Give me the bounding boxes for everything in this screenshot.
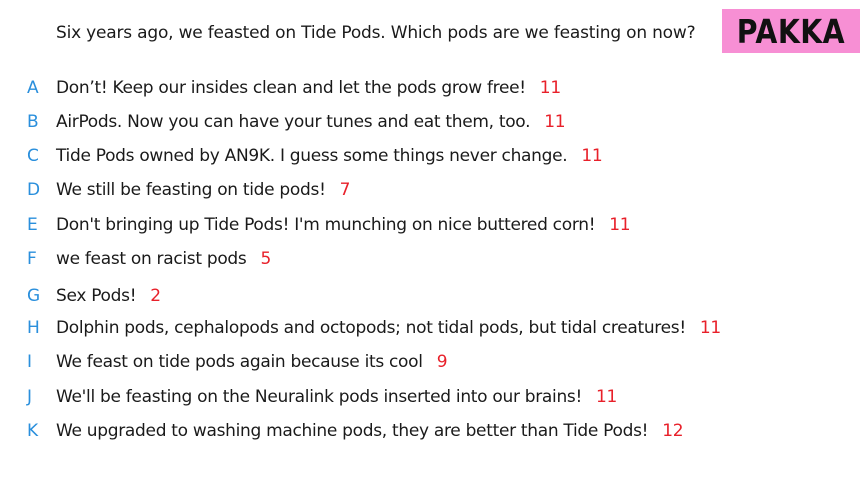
answer-letter: G <box>27 286 41 306</box>
answer-count: 11 <box>581 146 603 166</box>
answer-item: Dolphin pods, cephalopods and octopods; … <box>56 318 721 338</box>
answer-text: Sex Pods! <box>56 286 137 306</box>
answer-item: Don’t! Keep our insides clean and let th… <box>56 78 561 98</box>
answer-count: 5 <box>260 249 272 269</box>
answer-letter: B <box>27 112 39 132</box>
answer-text: We'll be feasting on the Neuralink pods … <box>56 387 583 407</box>
answer-text: we feast on racist pods <box>56 249 247 269</box>
answer-item: Don't bringing up Tide Pods! I'm munchin… <box>56 215 631 235</box>
answer-count: 11 <box>609 215 631 235</box>
answer-item: We'll be feasting on the Neuralink pods … <box>56 387 617 407</box>
badge-label: PAKKA <box>736 11 846 51</box>
answer-item: Tide Pods owned by AN9K. I guess some th… <box>56 146 603 166</box>
answer-letter: C <box>27 146 39 166</box>
answer-item: We still be feasting on tide pods! 7 <box>56 180 350 200</box>
pakka-badge: PAKKA <box>722 9 860 53</box>
answer-text: Dolphin pods, cephalopods and octopods; … <box>56 318 686 338</box>
answer-text: We still be feasting on tide pods! <box>56 180 326 200</box>
answer-letter: F <box>27 249 37 269</box>
answer-count: 12 <box>662 421 684 441</box>
answer-count: 11 <box>544 112 566 132</box>
answer-count: 11 <box>539 78 561 98</box>
answer-letter: D <box>27 180 41 200</box>
answer-item: We upgraded to washing machine pods, the… <box>56 421 684 441</box>
answer-text: AirPods. Now you can have your tunes and… <box>56 112 531 132</box>
answer-letter: J <box>27 387 33 407</box>
answer-letter: K <box>27 421 39 441</box>
answer-letter: A <box>27 78 39 98</box>
answer-count: 9 <box>436 352 448 372</box>
answer-item: Sex Pods! 2 <box>56 286 161 306</box>
answer-item: AirPods. Now you can have your tunes and… <box>56 112 566 132</box>
question-title: Six years ago, we feasted on Tide Pods. … <box>56 23 696 43</box>
answer-text: Tide Pods owned by AN9K. I guess some th… <box>56 146 568 166</box>
answer-letter: H <box>27 318 40 338</box>
answer-text: We upgraded to washing machine pods, the… <box>56 421 649 441</box>
answer-text: We feast on tide pods again because its … <box>56 352 423 372</box>
answer-text: Don't bringing up Tide Pods! I'm munchin… <box>56 215 596 235</box>
answer-item: we feast on racist pods 5 <box>56 249 271 269</box>
answer-count: 2 <box>150 286 161 306</box>
answer-count: 11 <box>699 318 721 338</box>
answer-item: We feast on tide pods again because its … <box>56 352 448 372</box>
answer-count: 7 <box>339 180 351 200</box>
answer-letter: E <box>27 215 38 235</box>
answer-count: 11 <box>596 387 618 407</box>
answer-text: Don’t! Keep our insides clean and let th… <box>56 78 526 98</box>
answer-letter: I <box>27 352 33 372</box>
